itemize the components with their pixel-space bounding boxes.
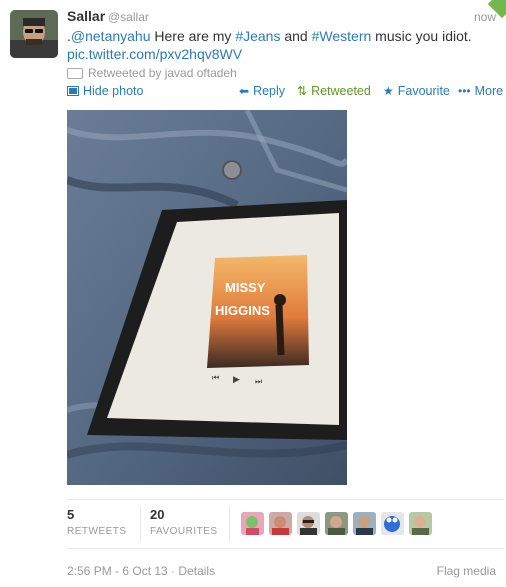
retweeted-label: Retweeted (311, 84, 371, 98)
footer-separator: · (167, 564, 179, 578)
favouriter-avatar[interactable] (353, 512, 376, 535)
stats-divider (140, 506, 141, 542)
more-icon: ••• (458, 84, 471, 98)
favouriter-avatar[interactable] (269, 512, 292, 535)
tweet-stats: 5 RETWEETS 20 FAVOURITES (67, 499, 504, 549)
stats-divider (229, 506, 230, 542)
hashtag-western[interactable]: #Western (312, 28, 372, 44)
retweeted-button[interactable]: ⇅ Retweeted (297, 84, 371, 98)
hide-photo-label: Hide photo (83, 84, 144, 98)
album-artist-text: MISSY (225, 280, 266, 295)
more-button[interactable]: ••• More (458, 84, 503, 98)
tweet-time[interactable]: now (474, 10, 496, 24)
favourite-button[interactable]: ★ Favourite (383, 84, 450, 98)
avatar[interactable] (10, 10, 58, 58)
text-part1: Here are my (150, 28, 236, 44)
retweets-stat[interactable]: 5 RETWEETS (67, 507, 127, 537)
tweet-photo[interactable]: MISSY HIGGINS ⏮ ▶ ⏭ (67, 110, 347, 485)
favourites-stat[interactable]: 20 FAVOURITES (150, 507, 218, 537)
star-icon: ★ (383, 84, 394, 98)
tweet-actions: Hide photo ⬅ Reply ⇅ Retweeted ★ Favouri… (67, 84, 504, 102)
reply-button[interactable]: ⬅ Reply (239, 84, 285, 98)
more-label: More (474, 84, 504, 98)
retweets-count: 5 (67, 507, 75, 522)
svg-text:⏮: ⏮ (212, 373, 219, 382)
hashtag-jeans[interactable]: #Jeans (235, 28, 280, 44)
mention-link[interactable]: @netanyahu (71, 28, 151, 44)
favouriter-avatar[interactable] (297, 512, 320, 535)
retweeted-by-label: Retweeted by javad oftadeh (88, 66, 237, 80)
pic-link[interactable]: pic.twitter.com/pxv2hqv8WV (67, 46, 242, 62)
full-timestamp: 2:56 PM - 6 Oct 13 (67, 564, 168, 578)
svg-text:▶: ▶ (233, 374, 240, 384)
favourites-count: 20 (150, 507, 165, 522)
photo-icon (67, 86, 79, 96)
favouriters-list (241, 512, 432, 535)
favouriter-avatar[interactable] (325, 512, 348, 535)
favouriter-avatar[interactable] (241, 512, 264, 535)
hide-photo-button[interactable]: Hide photo (67, 84, 143, 98)
favourites-label: FAVOURITES (150, 526, 218, 537)
tweet-footer: 2:56 PM - 6 Oct 13 · Details (67, 564, 215, 578)
tweet-text: .@netanyahu Here are my #Jeans and #West… (67, 27, 487, 63)
text-part3: music you idiot. (371, 28, 472, 44)
text-part2: and (280, 28, 312, 44)
album-title-text: HIGGINS (215, 303, 270, 318)
reply-label: Reply (253, 84, 286, 98)
retweet-icon: ⇅ (297, 84, 308, 98)
author-name[interactable]: Sallar (67, 8, 105, 24)
retweets-label: RETWEETS (67, 526, 127, 537)
favourite-label: Favourite (397, 84, 450, 98)
flag-media-link[interactable]: Flag media (437, 564, 496, 578)
details-link[interactable]: Details (178, 564, 215, 578)
favouriter-avatar[interactable] (381, 512, 404, 535)
favouriter-avatar[interactable] (409, 512, 432, 535)
author-handle[interactable]: @sallar (108, 10, 149, 24)
retweeted-by: Retweeted by javad oftadeh (67, 66, 237, 80)
reply-icon: ⬅ (239, 84, 250, 98)
retweet-small-icon (67, 67, 83, 79)
svg-text:⏭: ⏭ (255, 377, 262, 386)
